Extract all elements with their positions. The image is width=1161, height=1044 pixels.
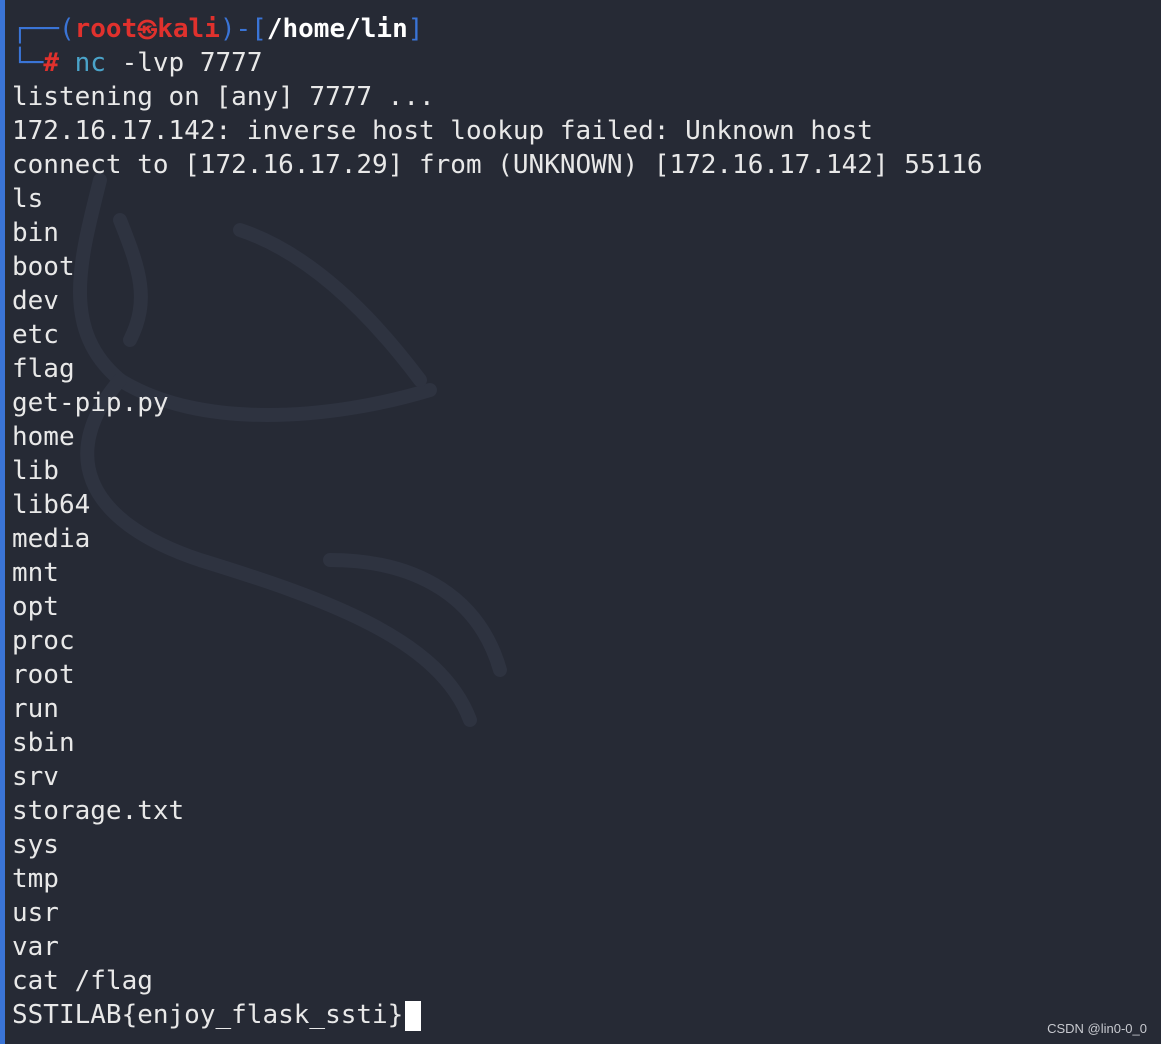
output-line: sbin (12, 728, 75, 758)
output-line: connect to [172.16.17.29] from (UNKNOWN)… (12, 150, 983, 180)
output-line: cat /flag (12, 966, 153, 996)
prompt-line-2: └─# nc -lvp 7777 (12, 46, 983, 80)
output-line: root (12, 660, 75, 690)
output-line: run (12, 694, 59, 724)
prompt-host: kali (157, 14, 220, 44)
prompt-path: /home/lin (266, 14, 408, 44)
flag-text: SSTILAB{enjoy_flask_ssti} (12, 1000, 404, 1030)
output-line: listening on [any] 7777 ... (12, 82, 435, 112)
prompt-user: root (74, 14, 138, 44)
kali-skull-icon: ㉿ (137, 18, 158, 42)
prompt-bracket-mid: )-[ (219, 14, 267, 44)
csdn-watermark: CSDN @lin0-0_0 (1047, 1021, 1147, 1036)
output-line: mnt (12, 558, 59, 588)
output-line: lib64 (12, 490, 91, 520)
command-name: nc (74, 48, 106, 78)
output-line: ls (12, 184, 44, 214)
output-line: lib (12, 456, 59, 486)
window-edge (0, 0, 5, 1044)
output-line: 172.16.17.142: inverse host lookup faile… (12, 116, 873, 146)
output-line: flag (12, 354, 75, 384)
output-line: media (12, 524, 91, 554)
output-line: bin (12, 218, 59, 248)
output-line: home (12, 422, 75, 452)
output-line: etc (12, 320, 59, 350)
terminal-output: ┌──(root㉿kali)-[/home/lin] └─# nc -lvp 7… (12, 12, 983, 1032)
output-line: get-pip.py (12, 388, 169, 418)
prompt-hash: # (43, 48, 59, 78)
command-args: -lvp 7777 (105, 48, 263, 78)
prompt-corner-top: ┌──( (12, 14, 75, 44)
prompt-line-1: ┌──(root㉿kali)-[/home/lin] (12, 12, 983, 46)
output-line: boot (12, 252, 75, 282)
output-line: dev (12, 286, 59, 316)
output-line: sys (12, 830, 59, 860)
prompt-bracket-close: ] (407, 14, 424, 44)
output-line: tmp (12, 864, 59, 894)
output-line: proc (12, 626, 75, 656)
output-line: usr (12, 898, 59, 928)
prompt-corner-bottom: └─ (12, 48, 44, 78)
output-line: storage.txt (12, 796, 185, 826)
terminal-window[interactable]: ┌──(root㉿kali)-[/home/lin] └─# nc -lvp 7… (0, 0, 1161, 1044)
last-output-line: SSTILAB{enjoy_flask_ssti} (12, 998, 983, 1032)
output-line: var (12, 932, 59, 962)
output-line: srv (12, 762, 59, 792)
terminal-cursor[interactable] (405, 1000, 422, 1031)
output-line: opt (12, 592, 59, 622)
